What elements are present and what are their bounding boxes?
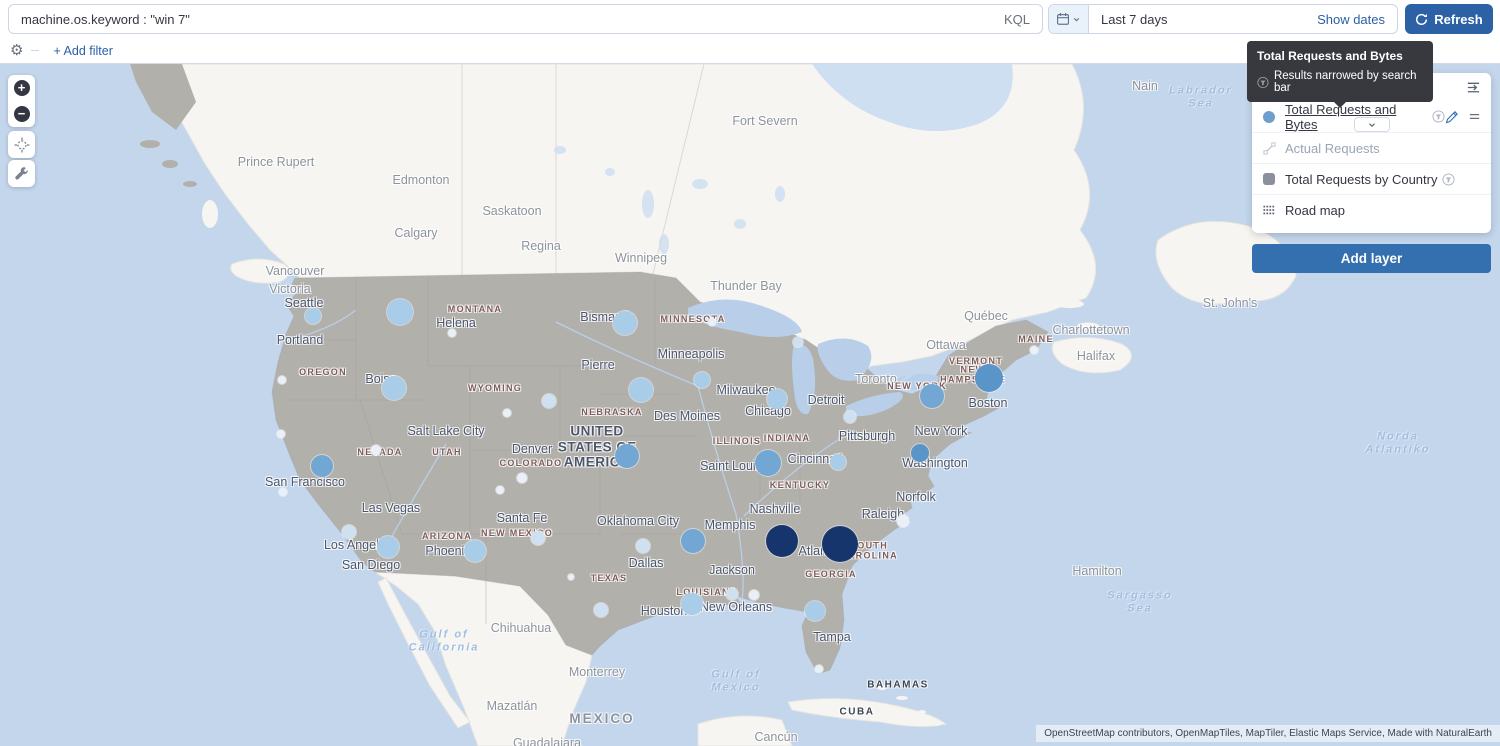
- map-bubble[interactable]: [464, 540, 486, 562]
- filter-badge-icon: [1442, 173, 1455, 186]
- refresh-icon: [1415, 13, 1428, 26]
- map-bubble[interactable]: [1030, 346, 1038, 354]
- map-bubble[interactable]: [708, 318, 716, 326]
- line-layer-icon: [1262, 142, 1276, 155]
- circle-layer-icon: [1262, 111, 1276, 123]
- refresh-button[interactable]: Refresh: [1405, 4, 1493, 34]
- grid-layer-icon: [1262, 204, 1276, 216]
- tooltip-title: Total Requests and Bytes: [1257, 49, 1423, 63]
- map-bubble[interactable]: [305, 308, 321, 324]
- map-bubble[interactable]: [594, 603, 608, 617]
- map-bubble[interactable]: [844, 411, 856, 423]
- expand-layer-button[interactable]: [1354, 117, 1390, 132]
- drag-handle-icon[interactable]: [1468, 110, 1481, 123]
- map-bubble[interactable]: [613, 311, 637, 335]
- time-range-value[interactable]: Last 7 days: [1089, 12, 1317, 27]
- map-bubble[interactable]: [822, 526, 858, 562]
- filter-divider: [31, 50, 39, 51]
- layer-tooltip: Total Requests and Bytes Results narrowe…: [1247, 41, 1433, 102]
- map-bubble[interactable]: [517, 473, 527, 483]
- map-bubble[interactable]: [377, 536, 399, 558]
- map-bubble[interactable]: [371, 445, 381, 455]
- gear-icon[interactable]: ⚙: [10, 43, 23, 58]
- map-bubble[interactable]: [636, 539, 650, 553]
- map-bubble[interactable]: [920, 384, 944, 408]
- add-layer-button[interactable]: Add layer: [1252, 244, 1491, 273]
- map-bubble[interactable]: [568, 574, 574, 580]
- map-bubble[interactable]: [531, 531, 545, 545]
- map-canvas[interactable]: Labrador SeaNorda AtlantikoSargasso SeaG…: [0, 64, 1500, 746]
- map-bubble[interactable]: [496, 486, 504, 494]
- map-bubble[interactable]: [726, 588, 738, 600]
- map-bubble[interactable]: [975, 364, 1003, 392]
- map-bubble[interactable]: [805, 601, 825, 621]
- map-bubble[interactable]: [615, 444, 639, 468]
- minus-icon: −: [14, 106, 30, 122]
- map-bubble[interactable]: [815, 665, 823, 673]
- map-bubble[interactable]: [342, 525, 356, 539]
- edit-layer-icon[interactable]: [1445, 110, 1459, 124]
- collapse-panel-icon[interactable]: [1466, 80, 1481, 95]
- kql-language-button[interactable]: KQL: [1004, 12, 1042, 27]
- zoom-out-button[interactable]: −: [8, 101, 35, 127]
- zoom-in-button[interactable]: +: [8, 75, 35, 101]
- map-attribution: OpenStreetMap contributors, OpenMapTiles…: [1036, 725, 1500, 742]
- crosshair-icon: [14, 137, 30, 153]
- layer-row-total-requests-by-country[interactable]: Total Requests by Country: [1252, 163, 1491, 194]
- calendar-dropdown-button[interactable]: [1049, 5, 1089, 33]
- zoom-controls: + −: [8, 75, 35, 127]
- map-bubble[interactable]: [279, 488, 287, 496]
- map-bubble[interactable]: [503, 409, 511, 417]
- map-bubble[interactable]: [694, 372, 710, 388]
- map-bubble[interactable]: [311, 455, 333, 477]
- map-bubble[interactable]: [387, 299, 413, 325]
- filter-badge-icon: [1432, 110, 1445, 123]
- layer-name[interactable]: Road map: [1285, 203, 1345, 218]
- chevron-down-icon: [1072, 15, 1081, 24]
- map-bubble[interactable]: [793, 337, 803, 347]
- filter-bar: ⚙ + Add filter: [0, 38, 113, 63]
- map-bubble[interactable]: [911, 444, 929, 462]
- map-bubble[interactable]: [681, 529, 705, 553]
- map-bubble[interactable]: [277, 430, 285, 438]
- fit-to-bounds-button[interactable]: [8, 131, 35, 158]
- layer-name[interactable]: Total Requests by Country: [1285, 172, 1437, 187]
- map-bubble[interactable]: [767, 389, 787, 409]
- tooltip-body-text: Results narrowed by search bar: [1274, 70, 1423, 94]
- add-filter-button[interactable]: + Add filter: [53, 44, 112, 58]
- map-bubble[interactable]: [681, 593, 703, 615]
- map-bubble[interactable]: [766, 525, 798, 557]
- filter-icon: [1257, 76, 1269, 89]
- layer-row-road-map[interactable]: Road map: [1252, 194, 1491, 225]
- query-input[interactable]: machine.os.keyword : "win 7" KQL: [8, 4, 1043, 34]
- refresh-label: Refresh: [1434, 12, 1482, 27]
- map-bubble[interactable]: [830, 454, 846, 470]
- map-bubble[interactable]: [629, 378, 653, 402]
- plus-icon: +: [14, 80, 30, 96]
- tools-button[interactable]: [8, 160, 35, 187]
- wrench-icon: [14, 166, 29, 181]
- square-layer-icon: [1262, 173, 1276, 185]
- calendar-icon: [1056, 12, 1070, 26]
- map-bubble[interactable]: [278, 376, 286, 384]
- map-bubble[interactable]: [382, 376, 406, 400]
- show-dates-button[interactable]: Show dates: [1317, 12, 1397, 27]
- layer-row-actual-requests[interactable]: Actual Requests: [1252, 132, 1491, 163]
- map-bubble[interactable]: [542, 394, 556, 408]
- map-bubble[interactable]: [448, 329, 456, 337]
- query-text[interactable]: machine.os.keyword : "win 7": [9, 12, 1004, 27]
- map-bubble[interactable]: [755, 450, 781, 476]
- map-bubble[interactable]: [749, 590, 759, 600]
- map-bubble[interactable]: [897, 515, 909, 527]
- layer-name[interactable]: Actual Requests: [1285, 141, 1380, 156]
- tooltip-arrow: [1334, 102, 1346, 108]
- chevron-down-icon: [1367, 120, 1377, 130]
- date-picker: Last 7 days Show dates: [1048, 4, 1398, 34]
